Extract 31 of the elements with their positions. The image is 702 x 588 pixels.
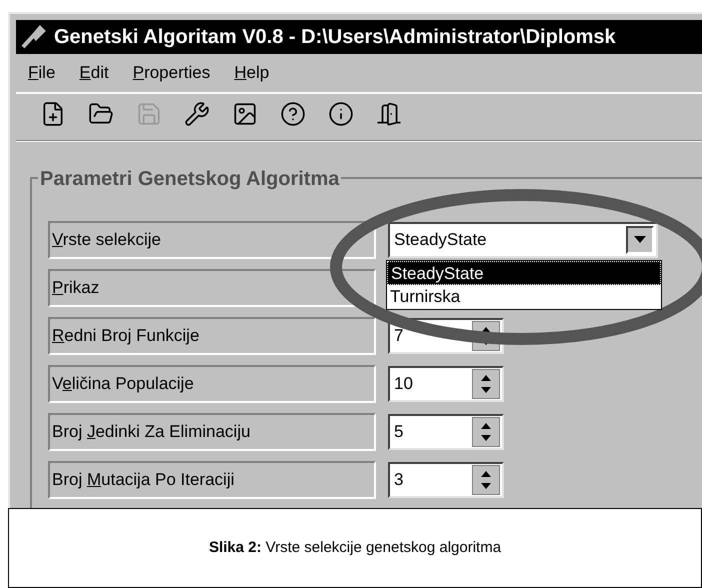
parameter-label: Prikaz (48, 269, 376, 307)
spin-field[interactable]: 5 (388, 414, 504, 450)
parameter-label: Broj Jedinki Za Eliminaciju (48, 413, 376, 451)
parameter-label: Broj Mutacija Po Iteraciji (48, 461, 376, 499)
field-value: 5 (394, 421, 404, 444)
spin-arrows-icon[interactable] (472, 369, 500, 399)
info-icon[interactable] (328, 101, 354, 127)
spin-field[interactable]: 10 (388, 366, 504, 402)
window-title: Genetski Algoritam V0.8 - D:\Users\Administrator\Diplomsk (54, 25, 616, 50)
menu-item[interactable]: Edit (79, 60, 109, 86)
figure-caption: Slika 2: Vrste selekcije genetskog algoritma (208, 538, 502, 558)
caret-icon[interactable] (626, 226, 654, 254)
spin-field[interactable]: 3 (388, 462, 504, 498)
exit-icon[interactable] (376, 101, 402, 127)
image-icon[interactable] (232, 101, 258, 127)
spin-arrows-icon[interactable] (472, 465, 500, 495)
parameter-label: Redni Broj Funkcije (48, 317, 376, 355)
parameter-label: Vrste selekcije (48, 221, 376, 259)
dropdown-value: SteadyState (394, 229, 487, 252)
parameter-label: Veličina Populacije (48, 365, 376, 403)
selection-dropdown[interactable]: SteadyState (388, 222, 658, 258)
spin-arrows-icon[interactable] (472, 417, 500, 447)
menu-item[interactable]: File (28, 60, 56, 86)
menu-item[interactable]: Help (234, 60, 270, 86)
field-value: 10 (394, 373, 413, 396)
field-value: 7 (394, 325, 404, 348)
field-value: 3 (394, 469, 404, 492)
menu-item[interactable]: Properties (132, 60, 210, 86)
dropdown-option[interactable]: Turnirska (387, 285, 661, 309)
dropdown-option[interactable]: SteadyState (387, 261, 661, 285)
help-icon[interactable] (280, 101, 306, 127)
